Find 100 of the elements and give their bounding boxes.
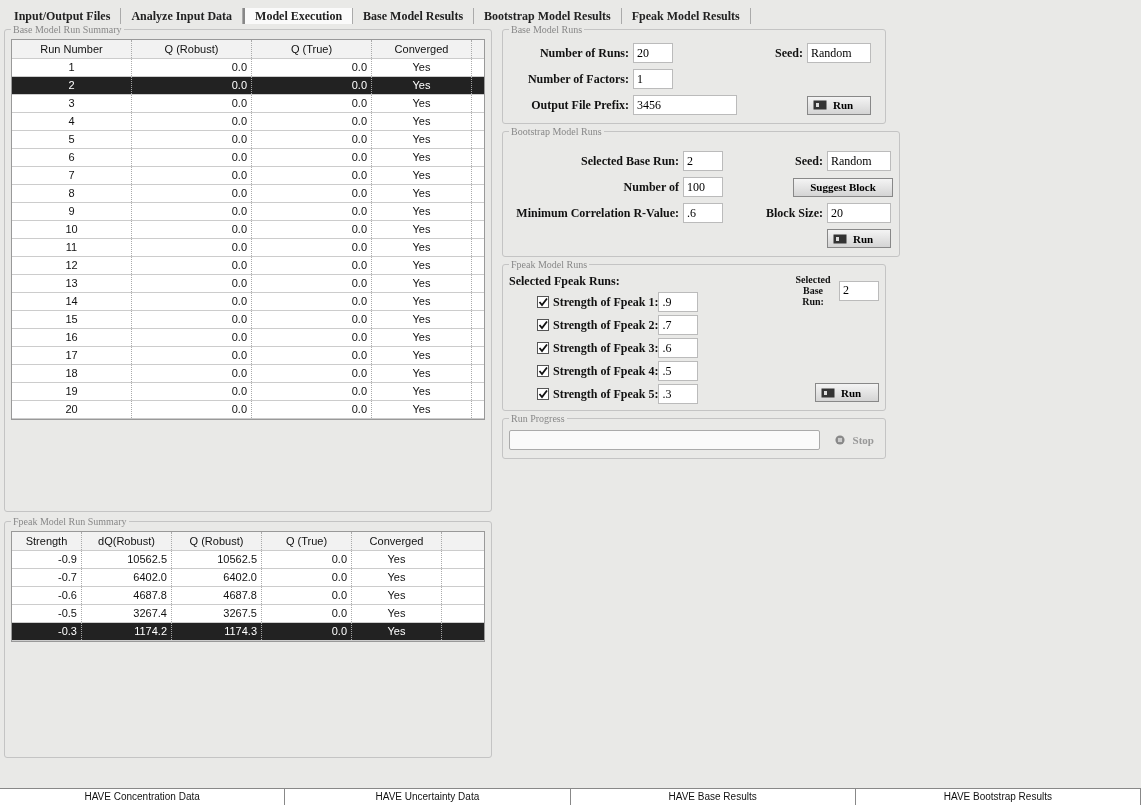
- table-row[interactable]: 3 0.0 0.0 Yes: [12, 95, 484, 113]
- input-field[interactable]: 3456: [633, 95, 737, 115]
- column-header[interactable]: Q (Robust): [132, 40, 252, 58]
- group-title: Base Model Runs: [510, 24, 584, 35]
- table-cell: -0.6: [12, 587, 82, 604]
- table-cell: 0.0: [132, 311, 252, 328]
- run-icon: [833, 233, 847, 244]
- column-header[interactable]: Strength: [12, 532, 82, 550]
- group-title: Base Model Run Summary: [12, 24, 123, 35]
- group-title: Fpeak Model Runs: [510, 259, 589, 270]
- input-field[interactable]: .6: [658, 338, 699, 358]
- table-cell: 0.0: [132, 203, 252, 220]
- table-cell: -0.5: [12, 605, 82, 622]
- run-button[interactable]: Run: [827, 229, 891, 248]
- checkbox[interactable]: Strength of Fpeak 1:: [537, 294, 659, 310]
- field-label: Block Size:: [765, 205, 824, 221]
- table-row[interactable]: 17 0.0 0.0 Yes: [12, 347, 484, 365]
- table-cell: 0.0: [132, 257, 252, 274]
- table-row[interactable]: 2 0.0 0.0 Yes: [12, 77, 484, 95]
- table-cell: 0.0: [252, 383, 372, 400]
- table-row[interactable]: 4 0.0 0.0 Yes: [12, 113, 484, 131]
- table-row[interactable]: 10 0.0 0.0 Yes: [12, 221, 484, 239]
- checkbox[interactable]: Strength of Fpeak 4:: [537, 363, 659, 379]
- tab[interactable]: Model Execution: [243, 8, 354, 24]
- input-field[interactable]: 2: [683, 151, 723, 171]
- table-cell: 0.0: [252, 131, 372, 148]
- column-header[interactable]: Q (Robust): [172, 532, 262, 550]
- input-field[interactable]: Random: [827, 151, 891, 171]
- table-cell: 0.0: [252, 293, 372, 310]
- group-title: Run Progress: [510, 413, 566, 424]
- table-row[interactable]: 9 0.0 0.0 Yes: [12, 203, 484, 221]
- checkbox[interactable]: Strength of Fpeak 3:: [537, 340, 659, 356]
- table-row[interactable]: 19 0.0 0.0 Yes: [12, 383, 484, 401]
- checkmark-icon: [537, 388, 549, 400]
- table-cell: 0.0: [252, 203, 372, 220]
- table-cell: 0.0: [262, 569, 352, 586]
- input-field[interactable]: .5: [658, 361, 699, 381]
- tab[interactable]: Bootstrap Model Results: [474, 8, 622, 24]
- column-header[interactable]: Converged: [372, 40, 472, 58]
- table-cell: 0.0: [252, 311, 372, 328]
- input-field[interactable]: Random: [807, 43, 871, 63]
- table-row[interactable]: 5 0.0 0.0 Yes: [12, 131, 484, 149]
- table-cell: 0.0: [132, 329, 252, 346]
- input-field[interactable]: 20: [827, 203, 891, 223]
- tab[interactable]: Fpeak Model Results: [621, 8, 751, 24]
- input-field[interactable]: .9: [658, 292, 699, 312]
- table-row[interactable]: 13 0.0 0.0 Yes: [12, 275, 484, 293]
- table-row[interactable]: 7 0.0 0.0 Yes: [12, 167, 484, 185]
- tab[interactable]: Base Model Results: [353, 8, 475, 24]
- table-row[interactable]: -0.6 4687.8 4687.8 0.0 Yes: [12, 587, 484, 605]
- table-cell: 0.0: [262, 623, 352, 640]
- table-cell: 14: [12, 293, 132, 310]
- table-cell: 0.0: [132, 59, 252, 76]
- input-field[interactable]: 100: [683, 177, 723, 197]
- input-field[interactable]: .3: [658, 384, 699, 404]
- table-cell: Yes: [372, 311, 472, 328]
- table-cell: 19: [12, 383, 132, 400]
- table-row[interactable]: 14 0.0 0.0 Yes: [12, 293, 484, 311]
- table-row[interactable]: 18 0.0 0.0 Yes: [12, 365, 484, 383]
- tab[interactable]: Input/Output Files: [4, 8, 122, 24]
- column-header[interactable]: Q (True): [252, 40, 372, 58]
- table-row[interactable]: -0.3 1174.2 1174.3 0.0 Yes: [12, 623, 484, 641]
- table-row[interactable]: 6 0.0 0.0 Yes: [12, 149, 484, 167]
- checkbox[interactable]: Strength of Fpeak 5:: [537, 386, 659, 402]
- input-field[interactable]: .6: [683, 203, 723, 223]
- table-row[interactable]: 8 0.0 0.0 Yes: [12, 185, 484, 203]
- table-cell: 2: [12, 77, 132, 94]
- field-label: Output File Prefix:: [530, 97, 630, 113]
- input-field[interactable]: 2: [839, 280, 879, 301]
- run-button[interactable]: Run: [807, 95, 871, 115]
- table-cell: 0.0: [252, 365, 372, 382]
- table-cell: Yes: [352, 587, 442, 604]
- table-cell: 13: [12, 275, 132, 292]
- checkbox[interactable]: Strength of Fpeak 2:: [537, 317, 659, 333]
- table-cell: 0.0: [252, 401, 372, 418]
- table-row[interactable]: -0.7 6402.0 6402.0 0.0 Yes: [12, 569, 484, 587]
- table-row[interactable]: -0.9 10562.5 10562.5 0.0 Yes: [12, 551, 484, 569]
- suggest-block-button[interactable]: Suggest Block: [793, 177, 893, 197]
- run-icon: [813, 100, 827, 110]
- table-row[interactable]: 11 0.0 0.0 Yes: [12, 239, 484, 257]
- checkmark-icon: [537, 342, 549, 354]
- column-header[interactable]: Run Number: [12, 40, 132, 58]
- column-header[interactable]: Converged: [352, 532, 442, 550]
- input-field[interactable]: 20: [633, 43, 673, 63]
- table-cell: 3: [12, 95, 132, 112]
- input-field[interactable]: .7: [658, 315, 699, 335]
- column-header[interactable]: Q (True): [262, 532, 352, 550]
- table-row[interactable]: 12 0.0 0.0 Yes: [12, 257, 484, 275]
- table-row[interactable]: 16 0.0 0.0 Yes: [12, 329, 484, 347]
- table-cell: Yes: [372, 239, 472, 256]
- input-field[interactable]: 1: [633, 69, 673, 89]
- table-cell: 0.0: [252, 77, 372, 94]
- table-row[interactable]: 20 0.0 0.0 Yes: [12, 401, 484, 419]
- table-cell: Yes: [372, 77, 472, 94]
- table-cell: 10562.5: [82, 551, 172, 568]
- table-row[interactable]: 15 0.0 0.0 Yes: [12, 311, 484, 329]
- table-cell: Yes: [372, 329, 472, 346]
- run-button[interactable]: Run: [815, 383, 879, 402]
- column-header[interactable]: dQ(Robust): [82, 532, 172, 550]
- table-cell: Yes: [372, 149, 472, 166]
